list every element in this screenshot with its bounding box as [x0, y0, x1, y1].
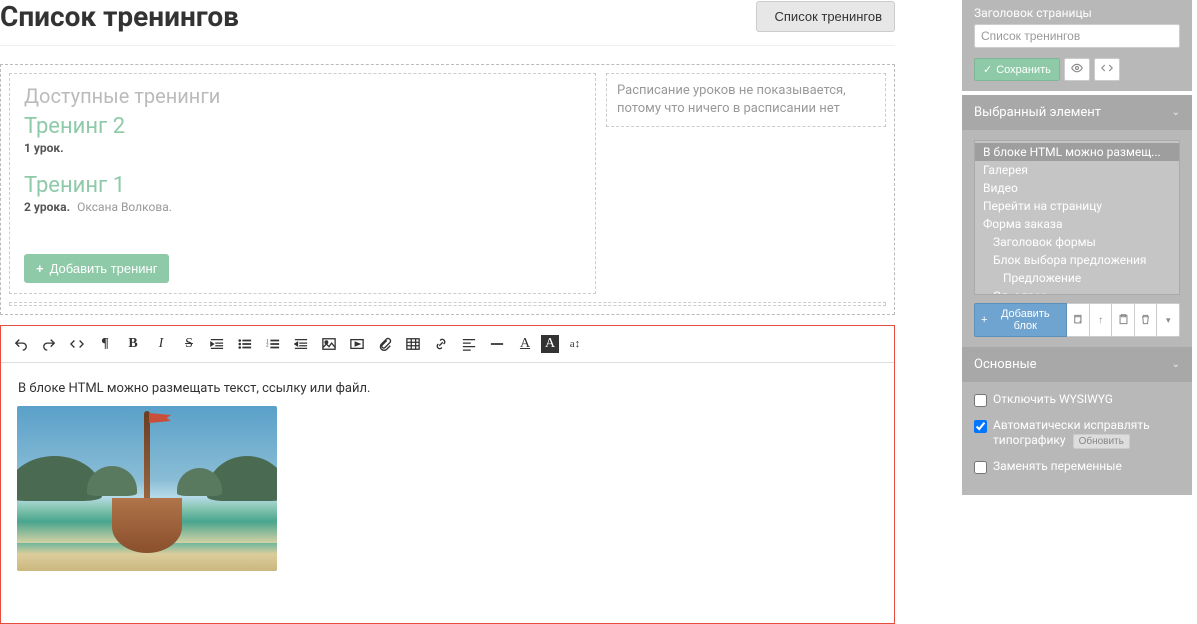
schedule-note-text: Расписание уроков не показывается, потом…: [617, 83, 846, 116]
chevron-down-icon: ⌄: [1172, 107, 1180, 118]
tree-item[interactable]: В блоке HTML можно размещ...: [975, 143, 1179, 161]
delete-button[interactable]: [1135, 303, 1158, 337]
trainings-block[interactable]: Доступные тренинги Тренинг 2 1 урок. Тре…: [9, 73, 596, 294]
video-icon[interactable]: [345, 332, 369, 356]
add-block-label: Добавить блок: [990, 308, 1060, 332]
editor-image[interactable]: [17, 406, 277, 571]
font-size-icon[interactable]: a↕: [563, 332, 587, 356]
caret-down-icon: ▾: [1166, 315, 1171, 326]
plus-icon: +: [981, 314, 987, 326]
link-icon[interactable]: [429, 332, 453, 356]
more-button[interactable]: ▾: [1157, 303, 1180, 337]
trainings-heading: Доступные тренинги: [24, 84, 581, 108]
bold-icon[interactable]: B: [121, 332, 145, 356]
image-icon[interactable]: [317, 332, 341, 356]
tree-item[interactable]: Форма заказа: [975, 215, 1179, 233]
chevron-down-icon: ⌄: [1172, 359, 1180, 370]
editable-canvas[interactable]: Доступные тренинги Тренинг 2 1 урок. Тре…: [0, 64, 895, 315]
tree-item[interactable]: Перейти на страницу: [975, 197, 1179, 215]
undo-icon[interactable]: [9, 332, 33, 356]
editor-paragraph[interactable]: В блоке HTML можно размещать текст, ссыл…: [17, 381, 878, 396]
table-icon[interactable]: [401, 332, 425, 356]
refresh-typography-button[interactable]: Обновить: [1073, 434, 1130, 449]
trainings-list-button[interactable]: Список тренингов: [756, 1, 896, 32]
add-training-label: Добавить тренинг: [50, 261, 158, 276]
disable-wysiwyg-label: Отключить WYSIWYG: [993, 392, 1113, 408]
training-item[interactable]: Тренинг 2 1 урок.: [24, 114, 581, 155]
wysiwyg-editor[interactable]: ¶ B I S 12 A A a↕ В блоке HTML можно раз…: [0, 325, 895, 624]
strike-icon[interactable]: S: [177, 332, 201, 356]
add-block-button[interactable]: +Добавить блок: [974, 303, 1067, 337]
training-item[interactable]: Тренинг 1 2 урока. Оксана Волкова.: [24, 173, 581, 214]
copy-icon: [1072, 313, 1083, 328]
replace-vars-checkbox[interactable]: [974, 461, 987, 474]
editor-toolbar: ¶ B I S 12 A A a↕: [1, 326, 894, 363]
copy-button[interactable]: [1067, 303, 1090, 337]
disable-wysiwyg-checkbox[interactable]: [974, 394, 987, 407]
disable-wysiwyg-option[interactable]: Отключить WYSIWYG: [974, 392, 1180, 408]
tree-item[interactable]: Предложение: [975, 269, 1179, 287]
basics-header[interactable]: Основные ⌄: [962, 347, 1192, 382]
training-meta: 2 урока. Оксана Волкова.: [24, 200, 581, 214]
align-icon[interactable]: [457, 332, 481, 356]
trainings-list-label: Список тренингов: [775, 9, 883, 24]
editor-content[interactable]: В блоке HTML можно размещать текст, ссыл…: [1, 363, 894, 623]
outdent-icon[interactable]: [289, 332, 313, 356]
eye-icon: [1071, 62, 1083, 77]
selected-element-label: Выбранный элемент: [974, 105, 1101, 120]
save-label: Сохранить: [996, 64, 1051, 76]
code-icon[interactable]: [65, 332, 89, 356]
clipboard-icon: [1118, 313, 1129, 328]
code-button[interactable]: [1094, 58, 1120, 81]
auto-typography-option[interactable]: Автоматически исправлять типографику Обн…: [974, 418, 1180, 450]
page-title-section: Заголовок страницы ✓ Сохранить: [962, 0, 1192, 91]
check-icon: ✓: [983, 63, 992, 76]
schedule-note-block[interactable]: Расписание уроков не показывается, потом…: [606, 73, 886, 127]
tree-item[interactable]: Галерея: [975, 161, 1179, 179]
code-icon: [1101, 62, 1113, 77]
training-meta: 1 урок.: [24, 141, 581, 155]
list-ul-icon[interactable]: [233, 332, 257, 356]
auto-typography-label: Автоматически исправлять типографику Обн…: [993, 418, 1180, 450]
tree-item[interactable]: Видео: [975, 179, 1179, 197]
svg-text:2: 2: [266, 343, 269, 349]
basics-label: Основные: [974, 357, 1037, 372]
italic-icon[interactable]: I: [149, 332, 173, 356]
text-color-icon[interactable]: A: [513, 332, 537, 356]
save-button[interactable]: ✓ Сохранить: [974, 58, 1060, 81]
selected-element-header[interactable]: Выбранный элемент ⌄: [962, 95, 1192, 130]
redo-icon[interactable]: [37, 332, 61, 356]
tree-item[interactable]: Эл. адрес: [975, 287, 1179, 295]
attachment-icon[interactable]: [373, 332, 397, 356]
training-title: Тренинг 2: [24, 114, 581, 139]
move-up-button[interactable]: ↑: [1090, 303, 1113, 337]
page-title-input[interactable]: [974, 24, 1180, 48]
preview-button[interactable]: [1064, 58, 1090, 81]
training-title: Тренинг 1: [24, 173, 581, 198]
auto-typography-checkbox[interactable]: [974, 420, 987, 433]
empty-block[interactable]: [9, 302, 886, 306]
paragraph-icon[interactable]: ¶: [93, 332, 117, 356]
paste-button[interactable]: [1112, 303, 1135, 337]
replace-vars-option[interactable]: Заменять переменные: [974, 459, 1180, 475]
elements-tree[interactable]: В блоке HTML можно размещ...ГалереяВидео…: [974, 140, 1180, 295]
page-title: Список тренингов: [0, 0, 239, 33]
page-title-label: Заголовок страницы: [974, 6, 1180, 20]
replace-vars-label: Заменять переменные: [993, 459, 1122, 475]
add-training-button[interactable]: + Добавить тренинг: [24, 254, 169, 283]
bg-color-icon[interactable]: A: [541, 335, 559, 353]
list-ol-icon[interactable]: 12: [261, 332, 285, 356]
trash-icon: [1140, 313, 1151, 328]
tree-item[interactable]: Заголовок формы: [975, 233, 1179, 251]
arrow-up-icon: ↑: [1098, 315, 1103, 326]
indent-icon[interactable]: [205, 332, 229, 356]
tree-item[interactable]: Блок выбора предложения: [975, 251, 1179, 269]
plus-icon: +: [36, 261, 44, 276]
hr-icon[interactable]: [485, 332, 509, 356]
